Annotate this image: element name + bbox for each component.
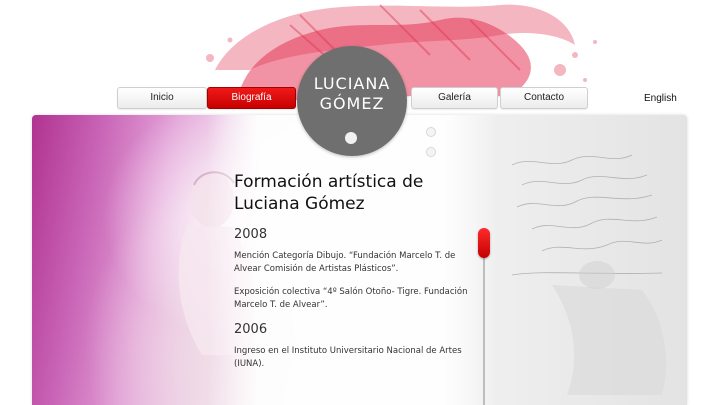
biography-content: Formación artística de Luciana Gómez 200… [234, 171, 474, 381]
nav-inicio-button[interactable]: Inicio [117, 87, 207, 109]
year-heading-2006: 2006 [234, 322, 268, 337]
nav-galeria-button[interactable]: Galería [411, 87, 498, 109]
year-heading-2008: 2008 [234, 227, 268, 242]
nav-contacto-button[interactable]: Contacto [500, 87, 588, 109]
handwriting-sketch [511, 154, 666, 395]
logo-dot-icon [345, 132, 357, 144]
nav-biografia-button[interactable]: Biografía [207, 87, 296, 109]
entry-text: Mención Categoría Dibujo. “Fundación Mar… [234, 251, 456, 274]
language-switch-link[interactable]: English [644, 93, 677, 104]
slide-dot[interactable] [426, 127, 436, 137]
entry-text: Ingreso en el Instituto Universitario Na… [234, 346, 462, 369]
slide-dot[interactable] [426, 147, 436, 157]
site-logo[interactable]: LUCIANA GÓMEZ [297, 46, 407, 156]
logo-line-first-name: LUCIANA [313, 74, 391, 93]
page-title: Formación artística de Luciana Gómez [234, 172, 424, 214]
entry-text: Exposición colectiva “4º Salón Otoño- Ti… [234, 287, 468, 310]
logo-line-last-name: GÓMEZ [319, 94, 385, 113]
scrollbar-thumb[interactable] [478, 228, 490, 258]
content-stage: Formación artística de Luciana Gómez 200… [32, 115, 687, 405]
